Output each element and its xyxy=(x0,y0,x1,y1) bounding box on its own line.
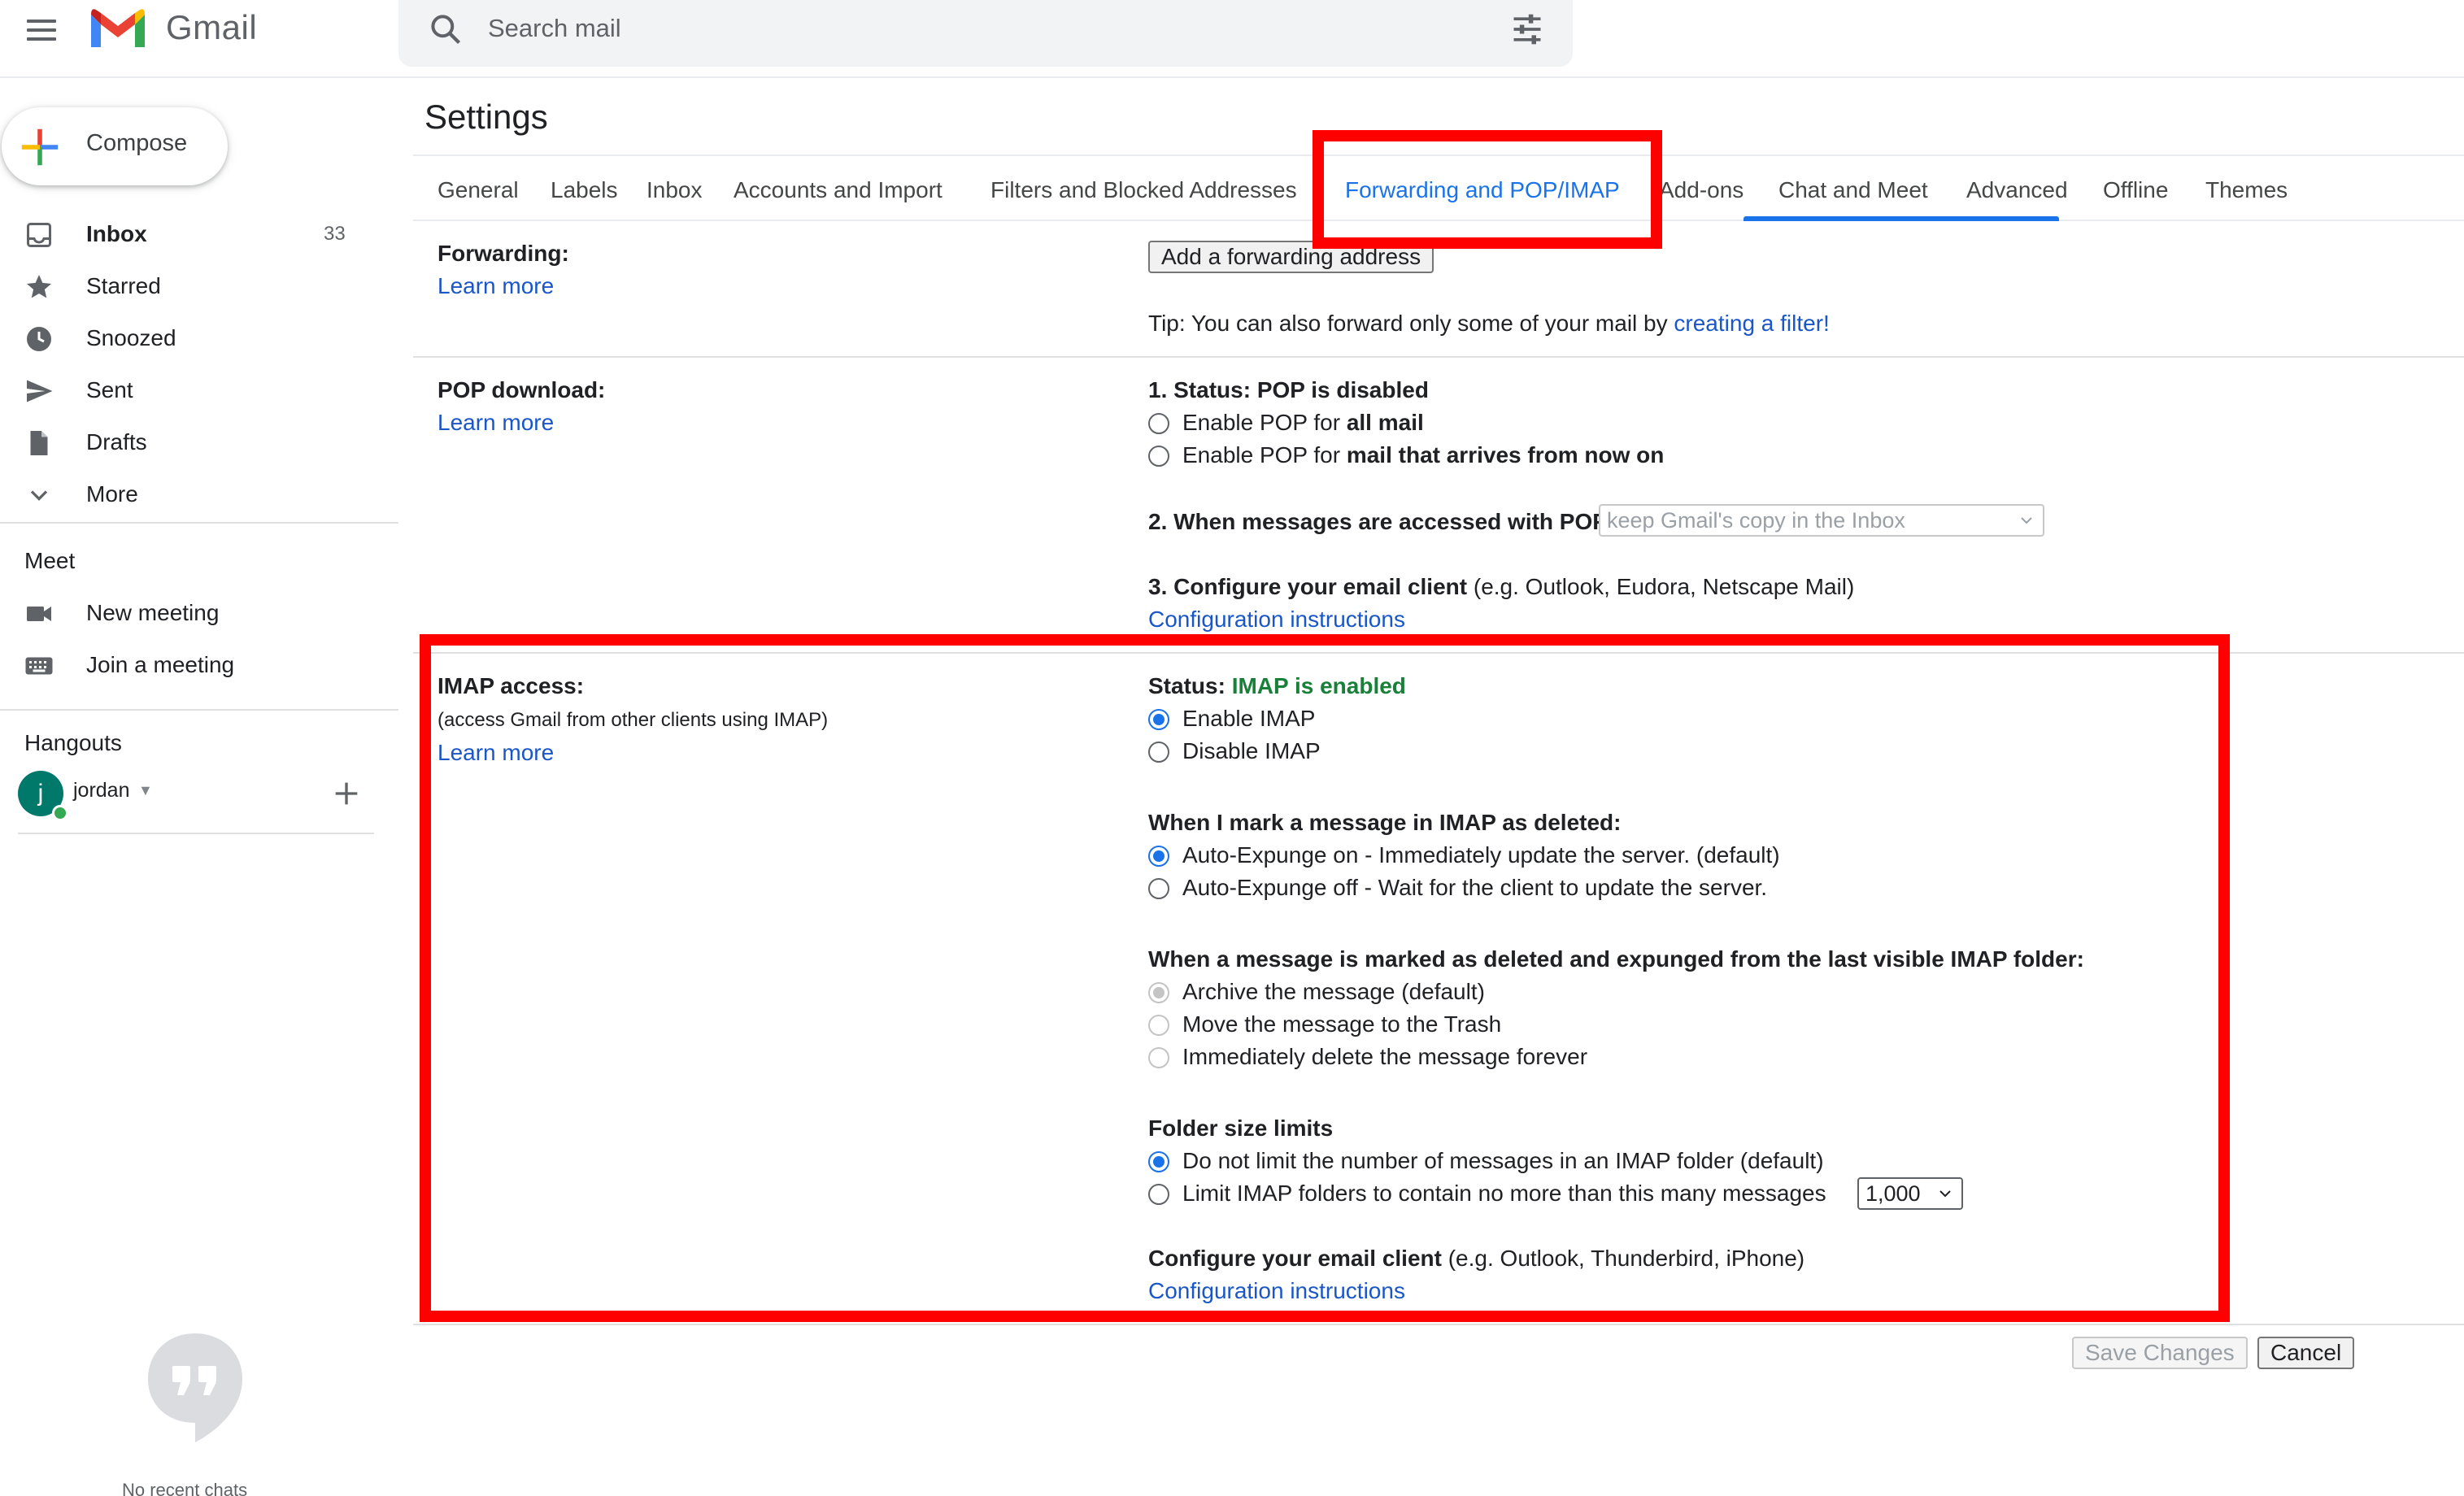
option-text: Enable POP for xyxy=(1182,442,1347,468)
save-changes-button[interactable]: Save Changes xyxy=(2072,1337,2248,1369)
option-bold-text: mail that arrives from now on xyxy=(1346,442,1665,468)
sidebar-item-inbox[interactable]: Inbox 33 xyxy=(0,210,398,260)
send-icon xyxy=(27,380,53,402)
keyboard-icon xyxy=(25,657,53,675)
configure-bold-text: 3. Configure your email client xyxy=(1148,574,1468,599)
chat-bubble-icon xyxy=(148,1333,242,1442)
sidebar-item-label: Inbox xyxy=(86,221,147,246)
tip-text: Tip: You can also forward only some of y… xyxy=(1148,311,1674,336)
hangouts-section-title: Hangouts xyxy=(24,730,122,755)
tab-chat-and-meet[interactable]: Chat and Meet xyxy=(1778,177,1928,203)
sidebar-item-new-meeting[interactable]: New meeting xyxy=(0,589,398,639)
sidebar-item-label: Starred xyxy=(86,273,161,298)
sidebar-divider xyxy=(18,833,374,834)
sidebar: Compose Inbox 33 Starred Snoozed Sent Dr… xyxy=(0,78,398,1496)
hangouts-user[interactable]: j jordan ▼ xyxy=(18,771,376,821)
draft-icon xyxy=(30,431,48,455)
cancel-button[interactable]: Cancel xyxy=(2257,1337,2355,1369)
sidebar-item-label: New meeting xyxy=(86,600,220,625)
pop-access-select-value: keep Gmail's copy in the Inbox xyxy=(1607,508,1905,533)
tab-themes[interactable]: Themes xyxy=(2205,177,2288,203)
pop-access-select[interactable]: keep Gmail's copy in the Inbox xyxy=(1599,504,2044,537)
pop-configure-client: 3. Configure your email client (e.g. Out… xyxy=(1148,574,1854,600)
main-menu-icon[interactable] xyxy=(23,11,60,49)
page-title: Settings xyxy=(424,98,548,136)
clock-icon xyxy=(27,327,51,351)
pop-configuration-instructions-link[interactable]: Configuration instructions xyxy=(1148,607,1405,633)
sidebar-item-more[interactable]: More xyxy=(0,470,398,520)
forwarding-tip: Tip: You can also forward only some of y… xyxy=(1148,311,1830,337)
sidebar-item-label: Join a meeting xyxy=(86,652,235,677)
compose-label: Compose xyxy=(86,130,188,156)
top-bar: Gmail xyxy=(0,0,2464,78)
tab-general[interactable]: General xyxy=(438,177,519,203)
option-text: Enable POP for xyxy=(1182,410,1347,435)
sidebar-item-drafts[interactable]: Drafts xyxy=(0,418,398,468)
sidebar-item-label: Sent xyxy=(86,377,133,402)
pop-download-label: POP download: xyxy=(438,377,606,402)
highlight-box-tab xyxy=(1313,130,1662,249)
search-icon[interactable] xyxy=(428,11,464,47)
tab-labels[interactable]: Labels xyxy=(551,177,618,203)
chevron-down-icon xyxy=(30,490,48,501)
option-bold-text: all mail xyxy=(1346,410,1424,435)
sidebar-divider xyxy=(0,522,398,524)
app-name: Gmail xyxy=(166,8,258,46)
search-input[interactable] xyxy=(488,10,1423,47)
hangouts-user-name: jordan xyxy=(73,779,130,802)
pop-status: 1. Status: POP is disabled xyxy=(1148,377,1429,403)
sidebar-item-label: Drafts xyxy=(86,429,147,454)
compose-button[interactable]: Compose xyxy=(2,107,228,185)
enable-pop-now-on-label: Enable POP for mail that arrives from no… xyxy=(1182,442,1664,468)
pop-status-prefix: 1. Status: xyxy=(1148,377,1257,402)
add-icon[interactable] xyxy=(330,777,363,810)
section-divider xyxy=(413,1324,2464,1325)
tab-accounts-and-import[interactable]: Accounts and Import xyxy=(734,177,943,203)
enable-pop-now-on-radio[interactable] xyxy=(1148,446,1169,467)
forwarding-label: Forwarding: xyxy=(438,241,569,266)
online-status-dot xyxy=(52,805,68,821)
tab-add-ons[interactable]: Add-ons xyxy=(1659,177,1744,203)
sidebar-divider xyxy=(0,709,398,711)
star-icon xyxy=(27,275,51,298)
sidebar-item-join-meeting[interactable]: Join a meeting xyxy=(0,641,398,691)
sidebar-item-starred[interactable]: Starred xyxy=(0,262,398,312)
sidebar-item-label: More xyxy=(86,481,138,507)
meet-section-title: Meet xyxy=(24,548,76,573)
sidebar-item-snoozed[interactable]: Snoozed xyxy=(0,314,398,364)
gmail-app: Gmail Compose Inbox 33 xyxy=(0,0,2464,1496)
enable-pop-all-label: Enable POP for all mail xyxy=(1182,410,1424,436)
configure-rest-text: (e.g. Outlook, Eudora, Netscape Mail) xyxy=(1467,574,1855,599)
pop-status-value: POP is disabled xyxy=(1256,377,1429,402)
tab-advanced[interactable]: Advanced xyxy=(1966,177,2068,203)
chevron-down-icon xyxy=(2021,517,2032,524)
sidebar-item-sent[interactable]: Sent xyxy=(0,366,398,416)
enable-pop-all-radio[interactable] xyxy=(1148,413,1169,434)
creating-filter-link[interactable]: creating a filter! xyxy=(1674,311,1829,336)
video-icon xyxy=(27,607,51,621)
search-options-icon[interactable] xyxy=(1509,11,1545,47)
gmail-logo[interactable]: Gmail xyxy=(88,5,257,50)
sidebar-item-label: Snoozed xyxy=(86,325,176,350)
pop-access-label: 2. When messages are accessed with POP xyxy=(1148,509,1608,534)
forwarding-learn-more-link[interactable]: Learn more xyxy=(438,273,554,299)
search-bar xyxy=(398,0,1573,67)
highlight-box-imap xyxy=(420,634,2230,1322)
section-divider xyxy=(413,356,2464,358)
compose-plus-icon xyxy=(21,128,59,166)
inbox-count: 33 xyxy=(324,223,346,245)
no-recent-chats-text: No recent chats xyxy=(122,1480,248,1496)
active-tab-indicator xyxy=(1744,216,2059,221)
tab-filters-and-blocked[interactable]: Filters and Blocked Addresses xyxy=(990,177,1297,203)
caret-down-icon[interactable]: ▼ xyxy=(138,782,153,799)
tab-inbox[interactable]: Inbox xyxy=(646,177,703,203)
pop-learn-more-link[interactable]: Learn more xyxy=(438,410,554,436)
gmail-m-icon xyxy=(91,9,145,47)
tab-offline[interactable]: Offline xyxy=(2103,177,2168,203)
inbox-icon xyxy=(27,223,51,247)
